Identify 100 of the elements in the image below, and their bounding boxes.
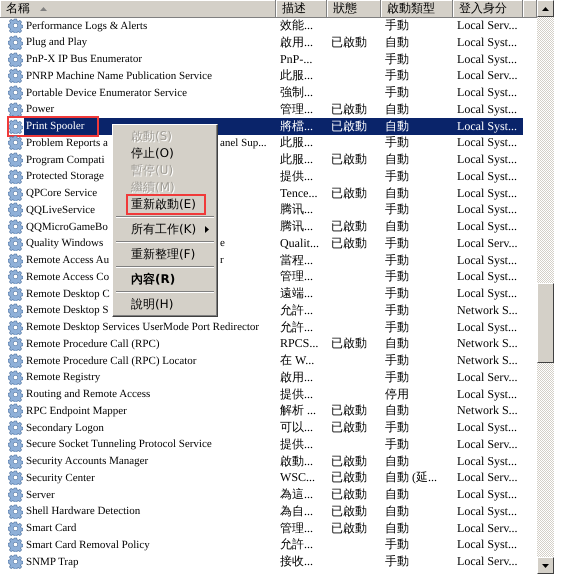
table-cell-text: 已啟動 [330,100,368,118]
table-cell-text: Local Serv... [456,520,519,536]
table-cell-text: WSC... [279,469,316,486]
table-cell-text: Network S... [456,352,519,369]
table-cell-text: Local Syst... [456,452,518,470]
table-cell-text: Network S... [456,335,519,352]
table-cell-text: Qualit... [279,234,320,252]
table-cell-text: 允許... [279,302,314,319]
table-cell: 已啟動 [327,118,381,134]
table-cell-text: 提供... [279,386,314,402]
table-cell-text: 手動 [384,368,410,386]
table-cell-text: 已啟動 [330,335,368,352]
table-cell-text: 自動 [384,402,410,420]
table-cell-text: RPCS... [279,335,320,352]
table-cell-text: 自動 [384,184,410,202]
table-cell-text: 管理... [279,268,314,286]
table-cell-text: 已啟動 [330,151,368,168]
table-cell-text: 可以... [279,419,314,436]
table-cell-text: 自動 [384,34,410,51]
table-cell-text: 自動 [384,502,410,520]
table-cell-text: Local Syst... [456,100,518,118]
table-cell-text: 手動 [384,201,410,218]
table-cell-text: 自動 [384,151,410,168]
table-cell-text: 已啟動 [330,520,368,536]
table-cell-text: PnP-... [279,50,314,68]
table-cell-text: 手動 [384,268,410,286]
table-cell-text: 手動 [384,84,410,101]
table-cell-text: 手動 [384,285,410,302]
table-cell-text: 手動 [384,67,410,84]
service-name: e [220,236,225,252]
table-cell-text: 啟用... [279,34,314,51]
table-cell-text: 提供... [279,436,314,453]
table-cell-text: 已啟動 [330,419,368,436]
table-cell-text: Local Syst... [456,502,518,520]
table-cell-text: 接收... [279,553,314,570]
table-cell-text: 自動 [384,486,410,503]
table-cell-text: 此服... [279,67,314,84]
table-cell-text: Network S... [456,402,519,420]
table-cell-text: Local Syst... [456,419,518,436]
table-cell-text: 手動 [384,352,410,369]
table-cell-text: 啟用... [279,368,314,386]
table-cell-text: 手動 [384,536,410,554]
table-cell-text: 已啟動 [330,184,368,202]
table-cell-text: 自動 [384,218,410,235]
table-cell-text: Local Syst... [456,386,518,402]
table-cell-text: Tence... [279,184,318,202]
table-cell-text: 已啟動 [330,402,368,420]
table-cell-text: 停用 [384,386,410,402]
table-cell: 自動 [381,118,453,134]
table-cell-text: 管理... [279,100,314,118]
table-cell-text: 自動 (延... [384,469,438,486]
table-cell-text: Local Serv... [456,368,519,386]
table-cell-text: 自動 [384,452,410,470]
table-cell-text: Local Syst... [456,168,518,185]
table-cell-text: 已啟動 [330,234,368,252]
table-cell-text: Local Serv... [456,553,519,570]
table-cell-text: Local Syst... [456,268,518,286]
table-cell-text: Local Syst... [456,285,518,302]
table-cell-text: 允許... [279,536,314,554]
table-cell-text: 手動 [384,168,410,185]
table-cell-text: 為自... [279,502,314,520]
table-cell-text: Local Syst... [456,151,518,168]
table-cell-text: Local Syst... [456,201,518,218]
table-cell-text: 啟動... [279,452,314,470]
table-cell: Local Syst... [453,118,523,134]
table-cell-text: 手動 [384,419,410,436]
table-cell-text: 自動 [384,520,410,536]
table-cell-text: 手動 [384,50,410,68]
table-cell-text: Local Syst... [456,34,518,51]
table-cell-text: Local Syst... [456,318,518,336]
table-cell-text: Local Syst... [456,486,518,503]
table-cell-text: 此服... [279,151,314,168]
table-cell-text: Local Syst... [456,84,518,101]
table-cell-text: 此服... [279,134,314,152]
table-cell-text: 提供... [279,168,314,185]
table-cell-text: 手動 [384,436,410,453]
table-cell-text: 腾讯... [279,218,314,235]
table-cell-text: Local Syst... [456,252,518,268]
table-cell-text: 腾讯... [279,201,314,218]
table-cell-text: Local Syst... [456,50,518,68]
table-cell-text: 在 W... [279,352,316,369]
table-cell: 將檔... [276,118,327,134]
table-cell-text: Local Serv... [456,67,519,84]
table-cell-text: Local Serv... [456,469,519,486]
table-cell-text: 已啟動 [330,34,368,51]
table-cell-text: Local Serv... [456,436,519,453]
table-cell-text: 手動 [384,318,410,336]
table-cell-text: 自動 [384,335,410,352]
table-cell-text: 解析 ... [279,402,317,420]
table-cell-text: 已啟動 [330,452,368,470]
table-cell-text: 已啟動 [330,469,368,486]
table-cell-text: 當程... [279,252,314,268]
service-name: r [220,252,224,268]
table-cell-text: 已啟動 [330,218,368,235]
table-cell-text: 手動 [384,234,410,252]
table-cell-text: 強制... [279,84,314,101]
table-cell-text: 效能... [279,17,314,34]
table-cell-text: 管理... [279,520,314,536]
table-cell-text: Local Syst... [456,536,518,554]
table-cell-text: Network S... [456,302,519,319]
